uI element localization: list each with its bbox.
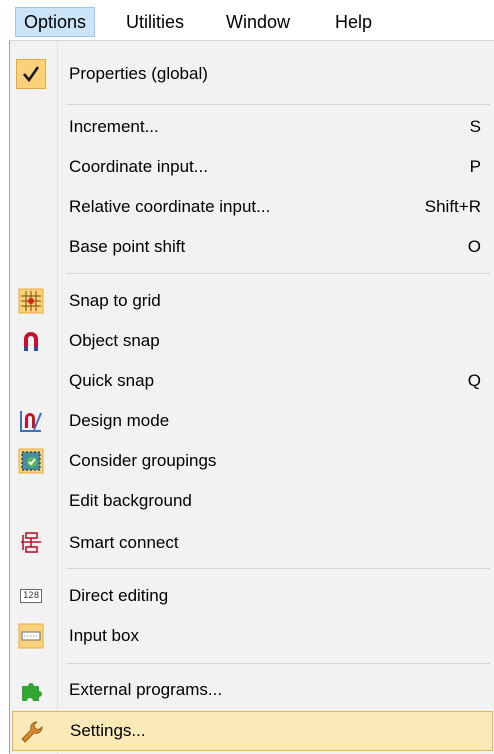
- direct-editing-icon: 128: [18, 583, 44, 609]
- menu-item-edit-background[interactable]: Edit background: [12, 481, 493, 521]
- menu-item-label: Edit background: [69, 491, 192, 510]
- menu-item-label: Design mode: [69, 411, 170, 430]
- menu-item-consider-groupings[interactable]: Consider groupings: [12, 441, 493, 481]
- menu-item-properties-global[interactable]: Properties (global): [12, 54, 493, 94]
- menu-utilities[interactable]: Utilities: [118, 7, 192, 37]
- menu-item-relative-coordinate-input[interactable]: Relative coordinate input... Shift+R: [12, 187, 493, 227]
- menu-separator: [66, 568, 490, 569]
- menu-item-direct-editing[interactable]: 128 Direct editing: [12, 576, 493, 616]
- menu-item-label: Object snap: [69, 331, 160, 350]
- checkmark-icon: [23, 66, 40, 83]
- options-dropdown-menu: Properties (global) Increment... S Coord…: [9, 40, 494, 754]
- menu-item-quick-snap[interactable]: Quick snap Q: [12, 361, 493, 401]
- menu-item-external-programs[interactable]: External programs...: [12, 670, 493, 710]
- menu-bar: Options Utilities Window Help: [0, 0, 494, 40]
- menu-item-label: Coordinate input...: [69, 157, 208, 176]
- snap-grid-icon: [18, 288, 44, 314]
- menu-item-label: Consider groupings: [69, 451, 217, 470]
- menu-help[interactable]: Help: [327, 7, 380, 37]
- menu-item-smart-connect[interactable]: Smart connect: [12, 523, 493, 563]
- menu-item-label: Base point shift: [69, 237, 186, 256]
- shortcut-label: O: [467, 237, 481, 256]
- menu-item-label: Input box: [69, 626, 139, 645]
- shortcut-label: S: [469, 117, 481, 136]
- menu-window[interactable]: Window: [218, 7, 298, 37]
- menu-item-label: External programs...: [69, 680, 223, 699]
- menu-item-label: Properties (global): [69, 64, 208, 83]
- checked-indicator: [16, 59, 46, 89]
- menu-item-label: Smart connect: [69, 533, 179, 552]
- design-mode-icon: [20, 411, 42, 432]
- input-box-icon: [18, 623, 44, 649]
- shortcut-label: Shift+R: [424, 197, 481, 216]
- shortcut-label: P: [469, 157, 481, 176]
- menu-item-object-snap[interactable]: Object snap: [12, 321, 493, 361]
- menu-separator: [66, 663, 490, 664]
- menu-options[interactable]: Options: [15, 7, 96, 37]
- menu-item-design-mode[interactable]: Design mode: [12, 401, 493, 441]
- menu-item-label: Direct editing: [69, 586, 169, 605]
- menu-item-label: Settings...: [70, 721, 146, 740]
- direct-editing-icon-text: 128: [19, 589, 43, 603]
- menu-item-settings[interactable]: Settings...: [12, 711, 493, 751]
- wrench-icon: [21, 721, 43, 743]
- menu-item-label: Snap to grid: [69, 291, 161, 310]
- grouping-icon: [18, 448, 44, 474]
- shortcut-label: Q: [467, 371, 481, 390]
- magnet-icon: [24, 332, 38, 351]
- smart-connect-icon: [21, 532, 41, 553]
- menu-item-coordinate-input[interactable]: Coordinate input... P: [12, 147, 493, 187]
- menu-item-snap-to-grid[interactable]: Snap to grid: [12, 281, 493, 321]
- puzzle-icon: [22, 683, 42, 701]
- menu-item-base-point-shift[interactable]: Base point shift O: [12, 227, 493, 267]
- menu-item-label: Relative coordinate input...: [69, 197, 271, 216]
- menu-item-label: Increment...: [69, 117, 159, 136]
- menu-item-label: Quick snap: [69, 371, 155, 390]
- menu-item-increment[interactable]: Increment... S: [12, 107, 493, 147]
- menu-separator: [66, 273, 490, 274]
- menu-item-input-box[interactable]: Input box: [12, 616, 493, 656]
- menu-separator: [66, 104, 490, 105]
